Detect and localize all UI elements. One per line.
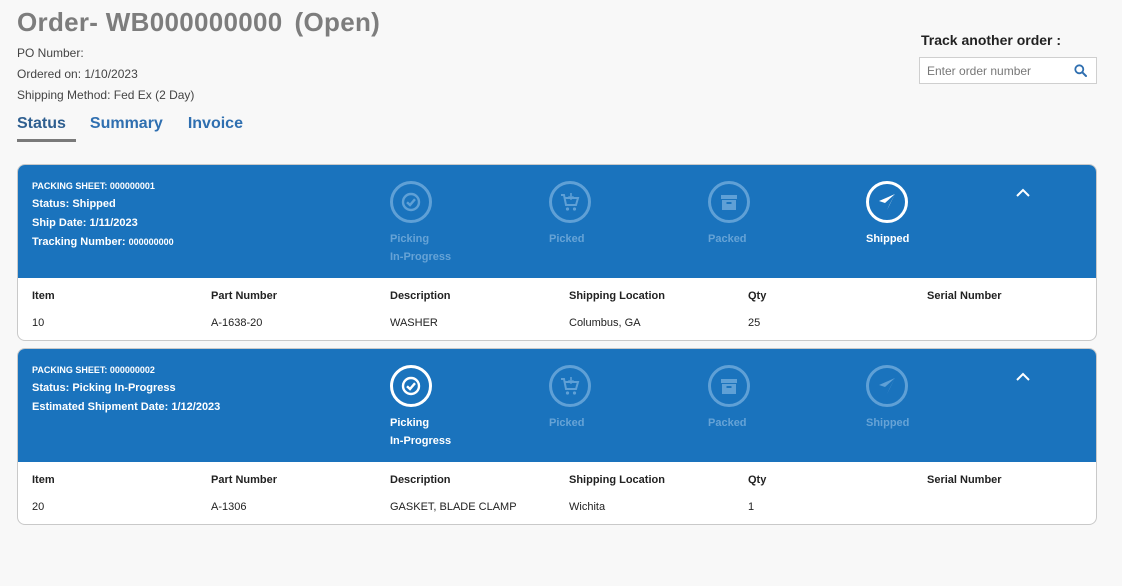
progress-step-picking: Picking In-Progress [390, 181, 470, 266]
tracking-number[interactable]: 000000000 [129, 237, 174, 247]
cell-part-number: A-1306 [211, 501, 247, 513]
cell-description: GASKET, BLADE CLAMP [390, 501, 517, 513]
step-label-line1: Picked [549, 233, 585, 245]
airplane-icon [879, 378, 895, 394]
col-part-number: Part Number [211, 474, 278, 486]
tracking-label: Tracking Number: [32, 236, 126, 248]
line-items-table: Item Part Number Description Shipping Lo… [18, 278, 1096, 340]
step-circle [390, 181, 432, 223]
order-number: Order- WB000000000 [17, 7, 283, 37]
box-icon [721, 195, 737, 210]
estimated-shipment-date: Estimated Shipment Date: 1/12/2023 [32, 401, 221, 413]
order-tabs: Status Summary Invoice [17, 115, 268, 142]
po-number: PO Number: [17, 46, 84, 60]
packing-sheet-card: PACKING SHEET: 000000001 Status: Shipped… [17, 164, 1097, 341]
col-serial-number: Serial Number [927, 474, 1002, 486]
packing-sheet-header: PACKING SHEET: 000000002 Status: Picking… [18, 349, 1096, 462]
progress-step-shipped: Shipped [866, 365, 946, 432]
cell-shipping-location: Columbus, GA [569, 317, 641, 329]
check-circle-icon [401, 376, 421, 396]
packing-sheet-info: PACKING SHEET: 000000001 Status: Shipped… [32, 181, 174, 255]
airplane-icon [879, 194, 895, 210]
line-items-table: Item Part Number Description Shipping Lo… [18, 462, 1096, 524]
chevron-up-icon[interactable] [1015, 369, 1031, 385]
packing-sheet-header: PACKING SHEET: 000000001 Status: Shipped… [18, 165, 1096, 278]
progress-step-picked: Picked [549, 365, 629, 432]
packing-sheet-label: PACKING SHEET: [32, 181, 108, 191]
cell-qty: 25 [748, 317, 761, 329]
step-label: Picked [549, 230, 629, 248]
cart-icon [561, 193, 580, 211]
packing-sheet-number: 000000001 [109, 181, 155, 191]
check-circle-icon [401, 192, 421, 212]
step-label-line1: Shipped [866, 233, 910, 245]
step-circle [549, 181, 591, 223]
col-shipping-location: Shipping Location [569, 290, 665, 302]
step-label-line1: Shipped [866, 417, 910, 429]
col-description: Description [390, 474, 451, 486]
step-label-line1: Picked [549, 417, 585, 429]
cell-part-number: A-1638-20 [211, 317, 263, 329]
step-circle [549, 365, 591, 407]
box-icon [721, 379, 737, 394]
progress-step-shipped: Shipped [866, 181, 946, 248]
col-shipping-location: Shipping Location [569, 474, 665, 486]
progress-step-picked: Picked [549, 181, 629, 248]
packing-status: Status: Shipped [32, 198, 116, 210]
packing-sheet-card: PACKING SHEET: 000000002 Status: Picking… [17, 348, 1097, 525]
col-qty: Qty [748, 474, 767, 486]
cell-shipping-location: Wichita [569, 501, 606, 513]
shipping-method: Shipping Method: Fed Ex (2 Day) [17, 88, 195, 102]
packing-sheet-info: PACKING SHEET: 000000002 Status: Picking… [32, 365, 220, 420]
col-serial-number: Serial Number [927, 290, 1002, 302]
track-order-box [919, 57, 1097, 84]
ship-date: Ship Date: 1/11/2023 [32, 217, 138, 229]
ordered-on: Ordered on: 1/10/2023 [17, 67, 138, 81]
search-icon[interactable] [1074, 64, 1087, 77]
cell-item: 20 [32, 501, 45, 513]
col-description: Description [390, 290, 451, 302]
step-label: Picking In-Progress [390, 414, 470, 450]
step-circle [866, 365, 908, 407]
col-qty: Qty [748, 290, 767, 302]
col-item: Item [32, 474, 55, 486]
step-label-line2: In-Progress [390, 251, 452, 263]
packing-sheet-label: PACKING SHEET: [32, 365, 108, 375]
step-label: Packed [708, 414, 788, 432]
step-circle [708, 181, 750, 223]
step-label-line1: Packed [708, 417, 747, 429]
order-title: Order- WB000000000 (Open) [17, 7, 380, 38]
step-label-line1: Picking [390, 233, 430, 245]
col-item: Item [32, 290, 55, 302]
tab-summary[interactable]: Summary [90, 115, 163, 142]
cart-icon [561, 377, 580, 395]
step-label: Picked [549, 414, 629, 432]
packing-status: Status: Picking In-Progress [32, 382, 176, 394]
tab-invoice[interactable]: Invoice [188, 115, 243, 142]
track-order-label: Track another order : [921, 32, 1062, 48]
step-circle [866, 181, 908, 223]
packing-sheet-number: 000000002 [109, 365, 155, 375]
step-label: Shipped [866, 414, 946, 432]
step-label: Packed [708, 230, 788, 248]
chevron-up-icon[interactable] [1015, 185, 1031, 201]
tab-status[interactable]: Status [17, 115, 76, 142]
progress-step-picking: Picking In-Progress [390, 365, 470, 450]
step-label-line1: Packed [708, 233, 747, 245]
step-circle [708, 365, 750, 407]
step-circle [390, 365, 432, 407]
order-state: (Open) [294, 7, 381, 37]
progress-step-packed: Packed [708, 365, 788, 432]
order-number-input[interactable] [920, 58, 1070, 83]
step-label-line1: Picking [390, 417, 430, 429]
progress-step-packed: Packed [708, 181, 788, 248]
step-label: Shipped [866, 230, 946, 248]
step-label: Picking In-Progress [390, 230, 470, 266]
step-label-line2: In-Progress [390, 435, 452, 447]
col-part-number: Part Number [211, 290, 278, 302]
cell-qty: 1 [748, 501, 755, 513]
cell-description: WASHER [390, 317, 438, 329]
cell-item: 10 [32, 317, 45, 329]
